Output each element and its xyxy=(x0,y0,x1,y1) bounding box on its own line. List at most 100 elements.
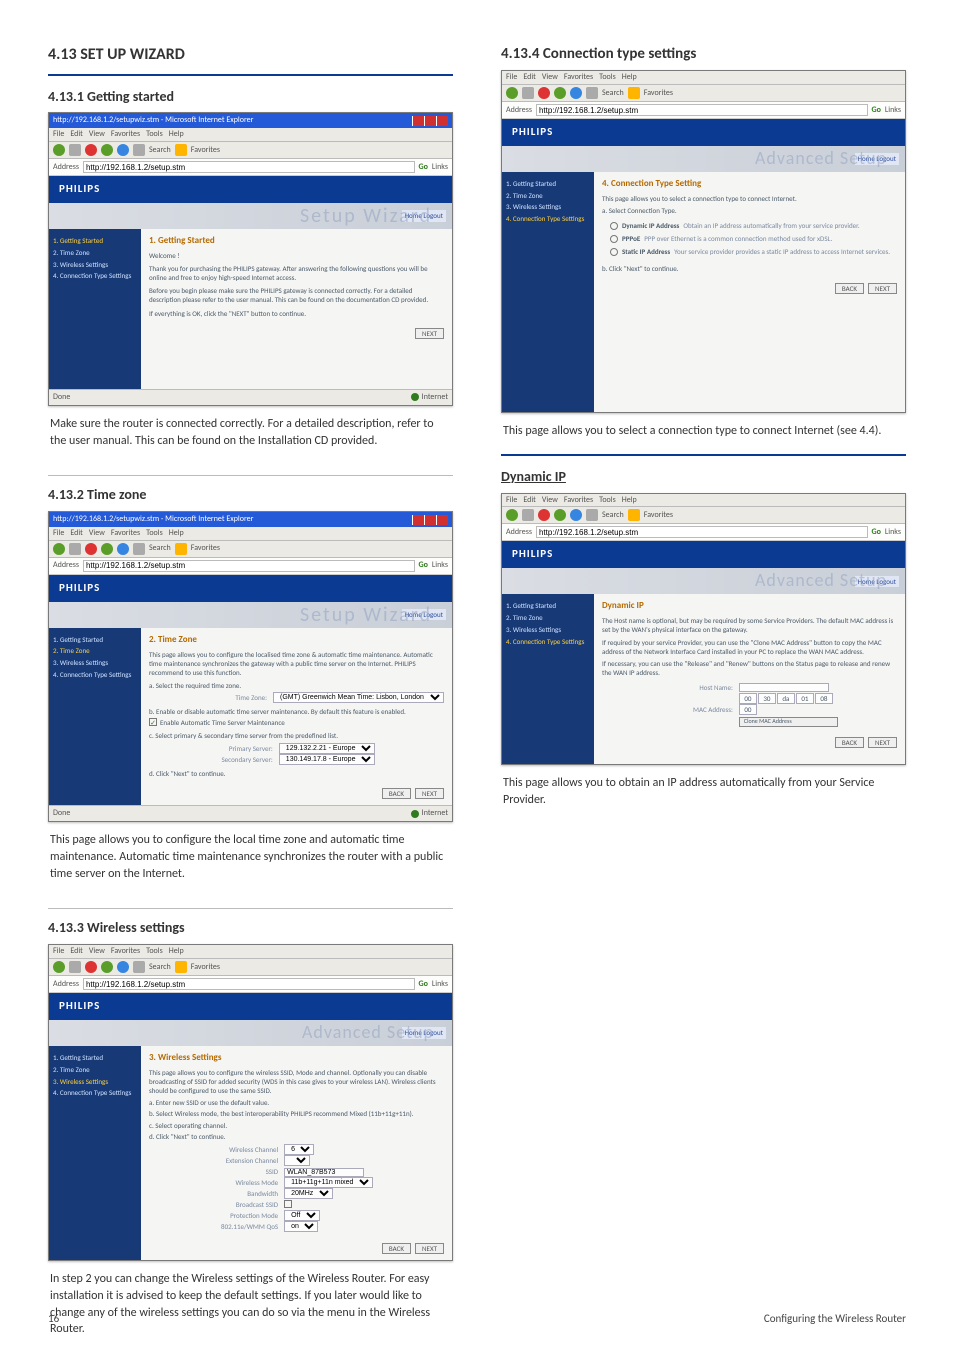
address-input[interactable] xyxy=(536,526,868,538)
sidebar-item-wireless-settings[interactable]: 3. Wireless Settings xyxy=(506,624,590,636)
sidebar-item-time-zone[interactable]: 2. Time Zone xyxy=(53,247,137,259)
wizard-sidebar: 1. Getting Started 2. Time Zone 3. Wirel… xyxy=(49,229,141,389)
sidebar-item-time-zone[interactable]: 2. Time Zone xyxy=(53,645,137,657)
address-input[interactable] xyxy=(83,978,415,990)
screenshot-wireless-settings: FileEditViewFavoritesToolsHelp SearchFav… xyxy=(48,944,453,1261)
back-button[interactable]: BACK xyxy=(382,788,411,799)
rule-heavy xyxy=(501,454,906,456)
sidebar-item-wireless-settings[interactable]: 3. Wireless Settings xyxy=(53,259,137,271)
go-button[interactable]: Go xyxy=(419,560,428,571)
panel-text: This page allows you to configure the lo… xyxy=(149,650,444,677)
enable-time-server-checkbox[interactable]: ✓ xyxy=(149,718,157,726)
panel-title: 2. Time Zone xyxy=(149,634,444,646)
sidebar-item-time-zone[interactable]: 2. Time Zone xyxy=(506,612,590,624)
broadcast-ssid-checkbox[interactable] xyxy=(284,1200,292,1208)
sidebar-item-getting-started[interactable]: 1. Getting Started xyxy=(53,634,137,646)
mac-octet[interactable]: 01 xyxy=(796,693,814,704)
sidebar-item-getting-started[interactable]: 1. Getting Started xyxy=(53,235,137,247)
panel-text: d. Click "Next" to continue. xyxy=(149,769,444,778)
next-button[interactable]: NEXT xyxy=(415,328,444,339)
stop-icon[interactable] xyxy=(85,144,97,156)
host-name-input[interactable] xyxy=(739,683,829,692)
secondary-server-select[interactable]: 130.149.17.8 - Europe xyxy=(279,754,375,765)
favorites-icon[interactable] xyxy=(175,144,187,156)
timezone-select[interactable]: (GMT) Greenwich Mean Time: Lisbon, Londo… xyxy=(273,692,444,703)
para-4-13-3: In step 2 you can change the Wireless se… xyxy=(50,1271,451,1338)
panel-text: a. Enter new SSID or use the default val… xyxy=(149,1098,444,1107)
sidebar-item-connection-type[interactable]: 4. Connection Type Settings xyxy=(506,213,590,225)
back-button[interactable]: BACK xyxy=(835,283,864,294)
sidebar-item-getting-started[interactable]: 1. Getting Started xyxy=(53,1052,137,1064)
sidebar-item-time-zone[interactable]: 2. Time Zone xyxy=(506,190,590,202)
radio-dynamic-ip[interactable] xyxy=(610,222,618,230)
mac-octet[interactable]: 08 xyxy=(815,693,833,704)
sidebar-item-time-zone[interactable]: 2. Time Zone xyxy=(53,1064,137,1076)
primary-server-select[interactable]: 129.132.2.21 - Europe xyxy=(279,743,375,754)
home-icon[interactable] xyxy=(117,144,129,156)
banner-ghost: Setup Wizard xyxy=(300,203,432,230)
search-icon[interactable] xyxy=(133,144,145,156)
address-input[interactable] xyxy=(83,560,415,572)
panel-text: d. Click "Next" to continue. xyxy=(149,1132,444,1141)
screenshot-time-zone: http://192.168.1.2/setupwiz.stm - Micros… xyxy=(48,511,453,822)
sidebar-item-connection-type[interactable]: 4. Connection Type Settings xyxy=(506,636,590,648)
go-button[interactable]: Go xyxy=(872,527,881,538)
clone-mac-button[interactable]: Clone MAC Address xyxy=(739,717,838,727)
go-button[interactable]: Go xyxy=(419,162,428,173)
heading-4-13-2: 4.13.2 Time zone xyxy=(48,486,453,505)
back-button[interactable]: BACK xyxy=(382,1243,411,1254)
next-button[interactable]: NEXT xyxy=(868,283,897,294)
sidebar-item-connection-type[interactable]: 4. Connection Type Settings xyxy=(53,669,137,681)
panel-text: The Host name is optional, but may be re… xyxy=(602,616,897,634)
sidebar-item-wireless-settings[interactable]: 3. Wireless Settings xyxy=(506,201,590,213)
status-internet: Internet xyxy=(422,392,448,403)
toolbar: Search Favorites xyxy=(49,142,452,159)
fwd-icon[interactable] xyxy=(69,144,81,156)
rule-heavy xyxy=(48,74,453,76)
wmm-qos-select[interactable]: on xyxy=(284,1221,318,1232)
refresh-icon[interactable] xyxy=(101,144,113,156)
wireless-channel-select[interactable]: 6 xyxy=(284,1144,314,1155)
window-title: http://192.168.1.2/setupwiz.stm - Micros… xyxy=(53,115,253,126)
heading-4-13-1: 4.13.1 Getting started xyxy=(48,88,453,107)
sidebar-item-wireless-settings[interactable]: 3. Wireless Settings xyxy=(53,657,137,669)
sidebar-item-wireless-settings[interactable]: 3. Wireless Settings xyxy=(53,1076,137,1088)
panel-text: b. Select Wireless mode, the best intero… xyxy=(149,1109,444,1118)
back-icon[interactable] xyxy=(53,144,65,156)
panel-title: Dynamic IP xyxy=(602,600,897,612)
internet-icon xyxy=(411,393,419,401)
screenshot-getting-started: http://192.168.1.2/setupwiz.stm - Micros… xyxy=(48,112,453,405)
radio-pppoe[interactable] xyxy=(610,235,618,243)
back-button[interactable]: BACK xyxy=(835,737,864,748)
radio-static-ip[interactable] xyxy=(610,248,618,256)
sidebar-item-connection-type[interactable]: 4. Connection Type Settings xyxy=(53,270,137,282)
extension-channel-select[interactable] xyxy=(284,1155,310,1166)
next-button[interactable]: NEXT xyxy=(415,1243,444,1254)
address-input[interactable] xyxy=(83,161,415,173)
panel-text: Before you begin please make sure the PH… xyxy=(149,286,444,304)
heading-4-13-4: 4.13.4 Connection type settings xyxy=(501,44,906,64)
mac-octet[interactable]: 00 xyxy=(739,693,757,704)
go-button[interactable]: Go xyxy=(419,979,428,990)
panel-title: 1. Getting Started xyxy=(149,235,444,247)
mac-octet[interactable]: da xyxy=(777,693,795,704)
protection-mode-select[interactable]: Off xyxy=(284,1210,320,1221)
rule-light xyxy=(48,475,453,476)
panel-text: If required by your service Provider, yo… xyxy=(602,638,897,656)
screenshot-connection-type: FileEditViewFavoritesToolsHelp SearchFav… xyxy=(501,70,906,413)
next-button[interactable]: NEXT xyxy=(868,737,897,748)
sidebar-item-getting-started[interactable]: 1. Getting Started xyxy=(506,600,590,612)
para-dynamic-ip: This page allows you to obtain an IP add… xyxy=(503,775,904,809)
para-4-13-1: Make sure the router is connected correc… xyxy=(50,416,451,450)
mac-octet[interactable]: 30 xyxy=(758,693,776,704)
ssid-input[interactable] xyxy=(284,1168,364,1177)
sidebar-item-getting-started[interactable]: 1. Getting Started xyxy=(506,178,590,190)
address-input[interactable] xyxy=(536,104,868,116)
next-button[interactable]: NEXT xyxy=(415,788,444,799)
sidebar-item-connection-type[interactable]: 4. Connection Type Settings xyxy=(53,1087,137,1099)
panel-title: 3. Wireless Settings xyxy=(149,1052,444,1064)
wireless-mode-select[interactable]: 11b+11g+11n mixed xyxy=(284,1177,373,1188)
mac-octet[interactable]: 00 xyxy=(739,704,757,715)
bandwidth-select[interactable]: 20MHz xyxy=(284,1188,333,1199)
go-button[interactable]: Go xyxy=(872,105,881,116)
